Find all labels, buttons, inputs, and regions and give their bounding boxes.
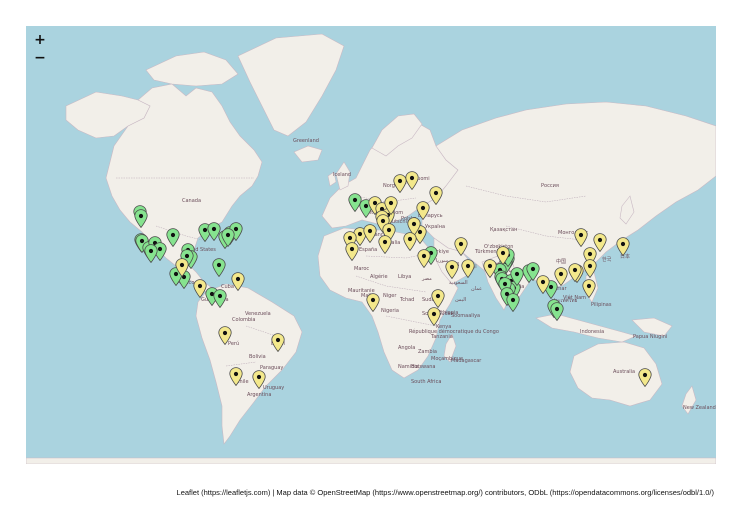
map-pin-icon [175, 258, 189, 277]
map-pin-icon [212, 257, 226, 277]
map-marker-green[interactable] [506, 292, 521, 312]
iceland-landmass [293, 145, 323, 163]
map-pin-icon [483, 259, 497, 279]
map-pin-icon [231, 271, 245, 291]
map-pin-icon [461, 259, 475, 278]
map-pin-icon [405, 171, 419, 191]
map-pin-icon [582, 278, 596, 298]
south-america-landmass [195, 283, 303, 445]
map-marker-yellow[interactable] [445, 259, 459, 279]
map-marker-yellow[interactable] [193, 278, 207, 298]
map-marker-yellow[interactable] [496, 246, 510, 266]
map-pin-icon [348, 193, 362, 213]
map-marker-green[interactable] [212, 257, 226, 277]
map-marker-green[interactable] [221, 227, 235, 247]
map-pin-icon [616, 237, 631, 257]
map-marker-green[interactable] [144, 243, 158, 263]
map-pin-icon [637, 368, 652, 388]
map-marker-yellow[interactable] [554, 267, 568, 286]
antarctica-landmass [26, 457, 716, 464]
map-pin-icon [568, 263, 582, 282]
map-pin-icon [366, 293, 380, 313]
map-marker-yellow[interactable] [573, 228, 588, 247]
zoom-in-button[interactable]: + [30, 32, 50, 48]
map-marker-yellow[interactable] [583, 259, 597, 279]
map-marker-yellow[interactable] [483, 259, 497, 279]
map-container[interactable]: GreenlandIcelandCanadaUnited StatesMexic… [26, 26, 716, 464]
zoom-out-button[interactable]: − [30, 50, 50, 66]
map-marker-yellow[interactable] [345, 242, 360, 261]
map-marker-yellow[interactable] [271, 333, 285, 352]
map-marker-green[interactable] [134, 209, 148, 229]
map-pin-icon [454, 237, 468, 257]
map-marker-yellow[interactable] [231, 271, 245, 291]
map-pin-icon [221, 227, 235, 247]
map-marker-yellow[interactable] [417, 249, 431, 269]
map-marker-yellow[interactable] [582, 278, 596, 298]
map-pin-icon [378, 235, 392, 254]
map-pin-icon [430, 289, 445, 308]
map-marker-yellow[interactable] [366, 293, 380, 313]
map-marker-yellow[interactable] [229, 367, 244, 387]
map-marker-green[interactable] [509, 266, 524, 286]
map-marker-yellow[interactable] [378, 235, 392, 254]
map-marker-green[interactable] [166, 228, 180, 248]
map-marker-yellow[interactable] [430, 289, 445, 308]
new-guinea-landmass [631, 317, 673, 337]
map-pin-icon [144, 243, 158, 263]
map-pin-icon [496, 246, 510, 266]
world-map [26, 33, 716, 464]
map-pin-icon [445, 259, 459, 279]
map-pin-icon [252, 369, 266, 389]
uk-landmass [335, 161, 351, 191]
map-marker-yellow[interactable] [218, 326, 232, 346]
map-marker-yellow[interactable] [637, 368, 652, 388]
map-pin-icon [428, 185, 443, 205]
map-pin-icon [573, 228, 588, 247]
map-pin-icon [536, 274, 551, 294]
map-pin-icon [271, 333, 285, 352]
map-marker-yellow[interactable] [427, 307, 441, 327]
map-marker-yellow[interactable] [403, 232, 417, 252]
map-pin-icon [229, 367, 244, 387]
map-pin-icon [213, 289, 227, 308]
map-pin-icon [218, 326, 232, 346]
map-pin-icon [550, 302, 564, 322]
map-marker-yellow[interactable] [428, 185, 443, 205]
map-marker-yellow[interactable] [461, 259, 475, 278]
greenland-landmass [237, 33, 345, 137]
ireland-landmass [327, 171, 337, 187]
map-pin-icon [166, 228, 180, 248]
map-marker-yellow[interactable] [405, 171, 419, 191]
map-marker-yellow[interactable] [175, 258, 189, 277]
map-marker-green[interactable] [213, 289, 227, 308]
map-pin-icon [345, 242, 360, 261]
arctic-islands [145, 51, 239, 87]
map-marker-yellow[interactable] [363, 224, 378, 244]
map-pin-icon [193, 278, 207, 298]
map-marker-yellow[interactable] [616, 237, 631, 257]
map-marker-yellow[interactable] [536, 274, 551, 294]
map-marker-yellow[interactable] [568, 263, 582, 282]
map-pin-icon [417, 249, 431, 269]
map-pin-icon [509, 266, 524, 286]
map-marker-yellow[interactable] [593, 233, 607, 253]
map-marker-green[interactable] [348, 193, 362, 213]
new-zealand-landmass [681, 385, 697, 415]
map-marker-yellow[interactable] [454, 237, 468, 257]
map-pin-icon [134, 209, 148, 229]
map-pin-icon [593, 233, 607, 253]
map-pin-icon [583, 259, 597, 279]
map-pin-icon [427, 307, 441, 327]
map-pin-icon [363, 224, 378, 244]
map-marker-green[interactable] [550, 302, 564, 322]
map-pin-icon [554, 267, 568, 286]
madagascar-landmass [443, 333, 457, 363]
map-pin-icon [506, 292, 521, 312]
map-attribution: Leaflet (https://leafletjs.com) | Map da… [176, 488, 714, 497]
map-pin-icon [403, 232, 417, 252]
map-marker-yellow[interactable] [252, 369, 266, 389]
